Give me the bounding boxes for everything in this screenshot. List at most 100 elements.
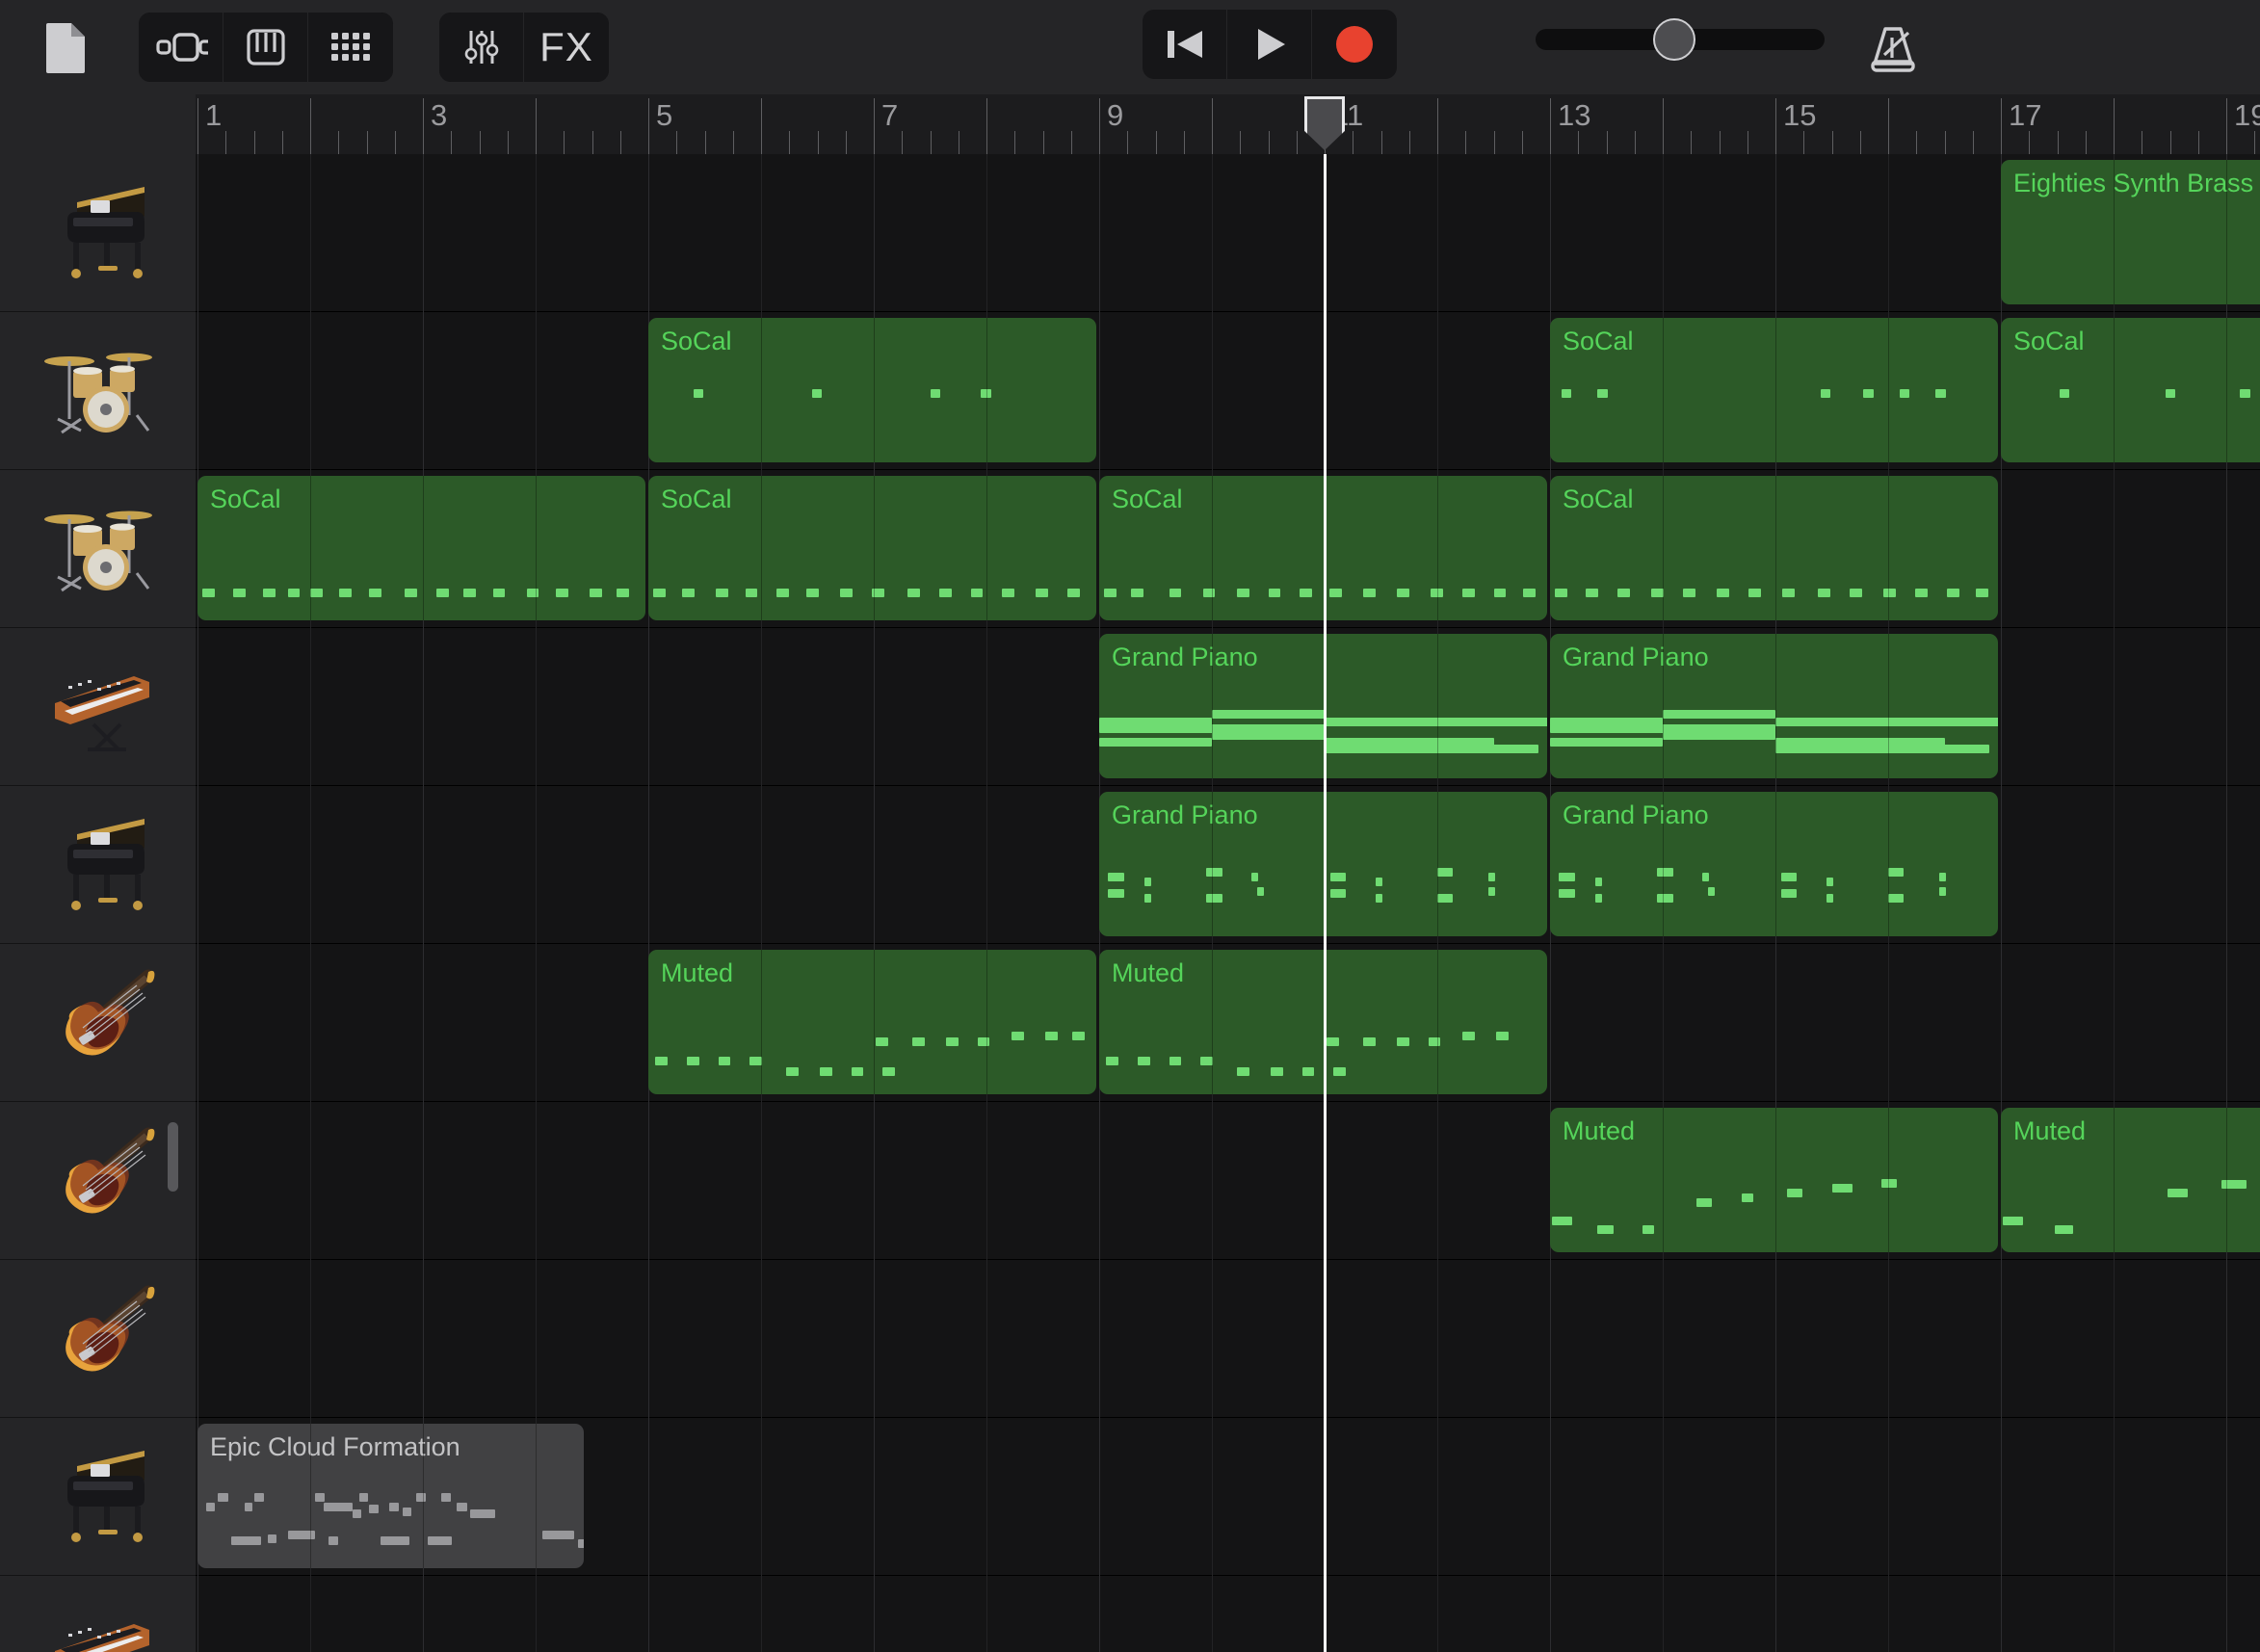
clip-label: SoCal — [661, 327, 732, 355]
clip-region[interactable]: Muted — [648, 950, 1096, 1094]
track-lane-7[interactable] — [196, 1260, 2260, 1418]
record-button[interactable] — [1312, 10, 1397, 79]
track-header-8[interactable] — [0, 1418, 196, 1576]
clip-region[interactable]: Muted — [1550, 1108, 1998, 1252]
track-header-4[interactable] — [0, 786, 196, 944]
midi-note — [233, 588, 247, 597]
midi-note — [1328, 588, 1342, 597]
midi-note — [655, 1057, 668, 1066]
master-volume-slider[interactable] — [1536, 18, 1825, 61]
midi-note — [2003, 1217, 2024, 1226]
timeline-grid[interactable]: Eighties Synth Brass SoCal SoCal SoCal SoCal… — [196, 154, 2260, 1652]
beat-tick — [1719, 131, 1721, 154]
midi-note — [686, 1057, 699, 1066]
beat-tick — [1127, 131, 1129, 154]
midi-note — [1329, 872, 1347, 881]
midi-note — [463, 588, 476, 597]
clip-region[interactable]: SoCal — [1550, 476, 1998, 620]
keyboard-icon[interactable] — [223, 13, 308, 82]
beat-tick — [1042, 131, 1044, 154]
clip-bar-divider — [1775, 318, 1776, 462]
midi-note — [1325, 718, 1547, 727]
clip-bar-divider — [1775, 634, 1776, 778]
clip-bar-divider — [423, 476, 424, 620]
midi-note — [745, 588, 758, 597]
beat-tick — [281, 131, 283, 154]
midi-note — [1826, 894, 1833, 904]
clip-region[interactable]: Grand Piano — [1550, 634, 1998, 778]
beat-tick — [225, 131, 227, 154]
midi-note — [231, 1535, 261, 1545]
midi-note — [415, 1492, 427, 1502]
mixer-fx-group: FX — [439, 13, 609, 82]
timeline-ruler[interactable]: 135791113151719212325 — [0, 94, 2260, 154]
midi-note — [380, 1535, 409, 1545]
bar-tick — [2001, 98, 2002, 154]
clip-region[interactable]: SoCal — [2001, 318, 2260, 462]
track-header-3[interactable] — [0, 628, 196, 786]
beat-tick — [2254, 131, 2256, 154]
document-icon[interactable] — [39, 20, 92, 74]
fx-button[interactable]: FX — [524, 13, 609, 82]
clip-bar-divider — [1212, 950, 1213, 1094]
midi-note — [253, 1492, 265, 1502]
midi-note — [1300, 588, 1313, 597]
midi-note — [457, 1503, 467, 1512]
track-lane-9[interactable] — [196, 1576, 2260, 1652]
clip-bar-divider — [1437, 634, 1438, 778]
midi-note — [262, 588, 276, 597]
beat-tick — [394, 131, 396, 154]
toolbar: FX — [0, 0, 2260, 94]
beat-tick — [1493, 131, 1495, 154]
midi-note — [245, 1503, 253, 1512]
bar-tick — [986, 98, 987, 154]
midi-note — [1375, 878, 1382, 886]
midi-note — [1826, 878, 1833, 886]
rewind-button[interactable] — [1143, 10, 1227, 79]
clip-label: Grand Piano — [1563, 642, 1709, 671]
beat-tick — [2085, 131, 2087, 154]
track-header-7[interactable] — [0, 1260, 196, 1418]
grid-pads-icon[interactable] — [308, 13, 393, 82]
clip-region[interactable]: Eighties Synth Brass — [2001, 160, 2260, 304]
tracks-view-icon[interactable] — [139, 13, 223, 82]
volume-knob[interactable] — [1653, 18, 1695, 61]
track-header-2[interactable] — [0, 470, 196, 628]
mixer-sliders-icon[interactable] — [439, 13, 524, 82]
beat-tick — [902, 131, 904, 154]
clip-region[interactable]: Muted — [2001, 1108, 2260, 1252]
ruler-ticks[interactable]: 135791113151719212325 — [196, 94, 2260, 154]
track-lane-0[interactable] — [196, 154, 2260, 312]
track-header-0[interactable] — [0, 154, 196, 312]
midi-note — [1775, 744, 1990, 753]
midi-note — [1780, 872, 1798, 881]
track-header-9[interactable] — [0, 1576, 196, 1652]
midi-note — [1437, 867, 1454, 877]
vertical-scrollbar-handle[interactable] — [168, 1122, 178, 1192]
midi-note — [1586, 588, 1599, 597]
beat-tick — [1972, 131, 1974, 154]
playhead-handle[interactable] — [1304, 96, 1345, 150]
clip-bar-divider — [1437, 476, 1438, 620]
track-header-1[interactable] — [0, 312, 196, 470]
beat-tick — [619, 131, 621, 154]
track-header-6[interactable] — [0, 1102, 196, 1260]
clip-region[interactable]: Epic Cloud Formation — [197, 1424, 584, 1568]
clip-bar-divider — [1212, 476, 1213, 620]
metronome-icon[interactable] — [1859, 17, 1929, 81]
clip-region[interactable]: Grand Piano — [1550, 792, 1998, 936]
clip-region[interactable]: SoCal — [648, 476, 1096, 620]
midi-note — [977, 1036, 990, 1046]
clip-region[interactable]: SoCal — [197, 476, 645, 620]
track-header-5[interactable] — [0, 944, 196, 1102]
midi-note — [882, 1066, 896, 1076]
play-button[interactable] — [1227, 10, 1312, 79]
beat-tick — [1183, 131, 1185, 154]
bar-tick — [1437, 98, 1438, 154]
midi-note — [1935, 388, 1946, 398]
clip-region[interactable]: SoCal — [1550, 318, 1998, 462]
playhead-line — [1324, 154, 1327, 1652]
clip-region[interactable]: SoCal — [648, 318, 1096, 462]
midi-note — [578, 1538, 584, 1548]
midi-note — [1888, 894, 1905, 904]
